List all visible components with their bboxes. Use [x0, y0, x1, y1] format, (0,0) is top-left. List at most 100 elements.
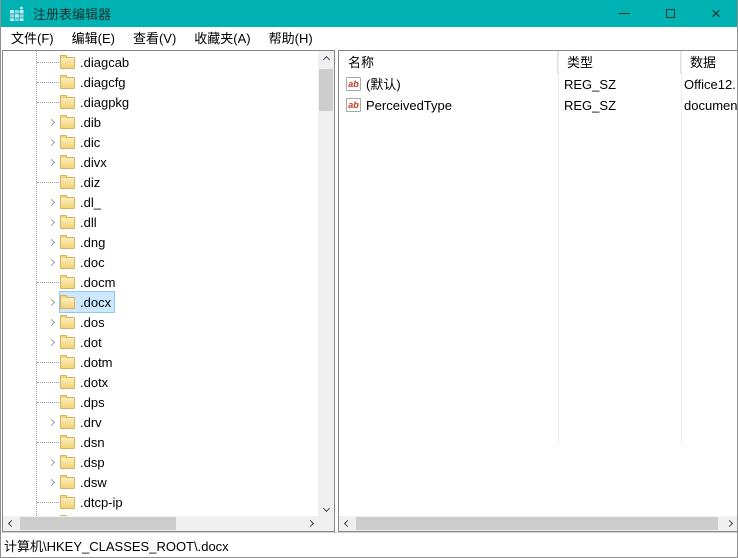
tree-item[interactable]: .drv: [3, 412, 318, 432]
tree-item-label: .docm: [80, 275, 115, 290]
tree-item-target[interactable]: .dib: [60, 112, 104, 132]
tree-item[interactable]: .dl_: [3, 192, 318, 212]
status-bar: 计算机\HKEY_CLASSES_ROOT\.docx: [1, 532, 738, 557]
tree-item-target[interactable]: .dsw: [60, 472, 110, 492]
tree-item[interactable]: .dotx: [3, 372, 318, 392]
tree-item-target[interactable]: .dic: [60, 132, 103, 152]
expand-chevron-icon[interactable]: [44, 115, 58, 129]
tree-item[interactable]: .dos: [3, 312, 318, 332]
tree-item[interactable]: .diagcab: [3, 52, 318, 72]
expand-chevron-icon[interactable]: [44, 135, 58, 149]
tree-item-target[interactable]: .dl_: [60, 192, 104, 212]
tree-item[interactable]: .dic: [3, 132, 318, 152]
tree-item-target[interactable]: .dtcp-ip: [60, 492, 126, 512]
minimize-button[interactable]: [601, 0, 647, 27]
tree-item[interactable]: .docx: [3, 292, 318, 312]
tree-item[interactable]: .docm: [3, 272, 318, 292]
tree-item[interactable]: .dtcp-ip: [3, 492, 318, 512]
tree-item-target[interactable]: .dos: [60, 312, 108, 332]
tree-item-target[interactable]: .dng: [60, 232, 108, 252]
column-header[interactable]: 数据: [681, 51, 737, 74]
tree-item-target[interactable]: .diagcab: [60, 52, 132, 72]
tree-item[interactable]: .dll: [3, 212, 318, 232]
scroll-right-button[interactable]: [302, 516, 318, 531]
tree-vscroll-thumb[interactable]: [319, 69, 333, 111]
folder-icon: [60, 257, 75, 269]
value-row[interactable]: abPerceivedTypeREG_SZdocument: [339, 95, 737, 116]
tree-item[interactable]: .dsp: [3, 452, 318, 472]
tree-item-target[interactable]: .divx: [60, 152, 110, 172]
scroll-left-button[interactable]: [3, 516, 19, 531]
tree-item-label: .dsw: [80, 475, 107, 490]
tree-horizontal-scrollbar[interactable]: [3, 516, 318, 531]
expand-chevron-icon[interactable]: [44, 475, 58, 489]
tree-item[interactable]: .diz: [3, 172, 318, 192]
tree-item-target[interactable]: .dotm: [60, 352, 116, 372]
list-hscroll-thumb[interactable]: [356, 517, 718, 530]
list-horizontal-scrollbar[interactable]: [339, 516, 737, 531]
tree-item-target[interactable]: .diagpkg: [60, 92, 132, 112]
tree-item[interactable]: .dps: [3, 392, 318, 412]
expand-chevron-icon[interactable]: [44, 455, 58, 469]
tree-item[interactable]: .diagcfg: [3, 72, 318, 92]
tree-connector-line: [37, 442, 61, 443]
tree-connector-line: [37, 82, 61, 83]
tree-item-target[interactable]: .dsn: [60, 432, 108, 452]
column-header[interactable]: 类型: [558, 51, 681, 74]
folder-icon: [60, 337, 75, 349]
tree-item[interactable]: .dng: [3, 232, 318, 252]
tree-item-target[interactable]: .dot: [60, 332, 105, 352]
folder-icon: [60, 497, 75, 509]
value-data: Office12.: [684, 74, 737, 95]
window-title: 注册表编辑器: [33, 4, 111, 23]
menu-item[interactable]: 查看(V): [124, 27, 185, 50]
tree-item-target[interactable]: .dsp: [60, 452, 108, 472]
tree-item-target[interactable]: .diz: [60, 172, 103, 192]
tree-item[interactable]: .dotm: [3, 352, 318, 372]
menu-item[interactable]: 收藏夹(A): [185, 27, 259, 50]
expand-chevron-icon[interactable]: [44, 315, 58, 329]
tree-item-target[interactable]: .docm: [60, 272, 118, 292]
tree-hscroll-thumb[interactable]: [20, 517, 176, 530]
tree-connector-line: [37, 102, 61, 103]
column-header[interactable]: 名称: [339, 51, 558, 74]
tree-item[interactable]: .dsn: [3, 432, 318, 452]
tree-item[interactable]: .doc: [3, 252, 318, 272]
list-header: 名称类型数据: [339, 51, 737, 74]
tree-vertical-scrollbar[interactable]: [318, 51, 334, 516]
menu-item[interactable]: 帮助(H): [260, 27, 322, 50]
expand-chevron-icon[interactable]: [44, 295, 58, 309]
tree-item[interactable]: .dib: [3, 112, 318, 132]
value-row[interactable]: ab(默认)REG_SZOffice12.: [339, 74, 737, 95]
expand-chevron-icon[interactable]: [44, 195, 58, 209]
scroll-down-button[interactable]: [318, 500, 334, 516]
scroll-left-button[interactable]: [339, 516, 355, 531]
tree-item[interactable]: .diagpkg: [3, 92, 318, 112]
tree-item-target[interactable]: .doc: [60, 252, 108, 272]
folder-icon: [60, 417, 75, 429]
tree-item-target[interactable]: .docx: [60, 292, 114, 312]
expand-chevron-icon[interactable]: [44, 235, 58, 249]
expand-chevron-icon[interactable]: [44, 155, 58, 169]
scroll-up-button[interactable]: [318, 51, 334, 67]
tree-item-target[interactable]: .drv: [60, 412, 105, 432]
tree-item-label: .doc: [80, 255, 105, 270]
reg-sz-icon: ab: [346, 98, 361, 112]
maximize-button[interactable]: [647, 0, 693, 27]
tree-item-target[interactable]: .dps: [60, 392, 108, 412]
scroll-right-button[interactable]: [721, 516, 737, 531]
tree-item[interactable]: .divx: [3, 152, 318, 172]
menu-item[interactable]: 编辑(E): [63, 27, 124, 50]
expand-chevron-icon[interactable]: [44, 255, 58, 269]
expand-chevron-icon[interactable]: [44, 215, 58, 229]
expand-chevron-icon[interactable]: [44, 415, 58, 429]
expand-chevron-icon[interactable]: [44, 335, 58, 349]
menu-item[interactable]: 文件(F): [2, 27, 63, 50]
tree-item[interactable]: .dot: [3, 332, 318, 352]
tree-item-target[interactable]: .diagcfg: [60, 72, 129, 92]
tree-item-target[interactable]: .dll: [60, 212, 100, 232]
chevron-left-icon: [343, 520, 350, 527]
tree-item-target[interactable]: .dotx: [60, 372, 111, 392]
close-button[interactable]: ×: [693, 0, 738, 27]
tree-item[interactable]: .dsw: [3, 472, 318, 492]
